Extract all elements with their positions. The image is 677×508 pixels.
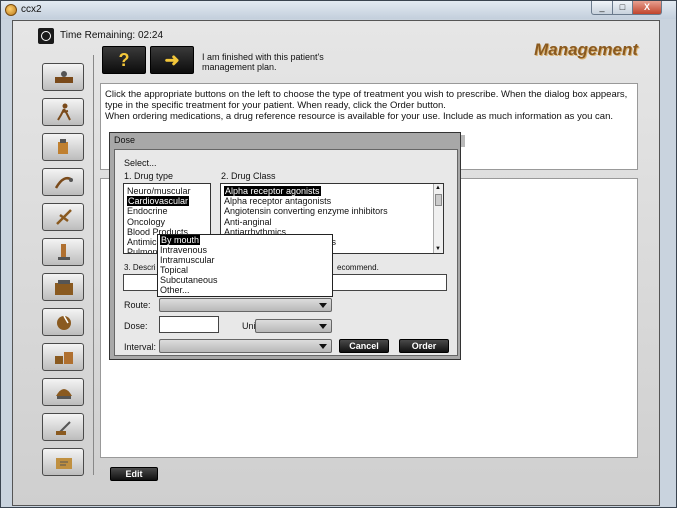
close-button[interactable]: X bbox=[632, 1, 662, 15]
dose-input[interactable] bbox=[159, 316, 219, 333]
route-dropdown-list[interactable]: By mouth Intravenous Intramuscular Topical S… bbox=[157, 234, 333, 297]
sidebar-divider bbox=[93, 55, 94, 475]
sidebar-button-imaging[interactable] bbox=[42, 273, 84, 301]
drug-type-item[interactable]: Oncology bbox=[124, 217, 210, 227]
route-label: Route: bbox=[124, 300, 151, 310]
drug-class-item[interactable]: Alpha receptor agonists bbox=[221, 186, 443, 196]
sidebar-button-surgery[interactable] bbox=[42, 203, 84, 231]
scroll-up-icon[interactable]: ▲ bbox=[435, 185, 441, 191]
drug-type-item[interactable]: Cardiovascular bbox=[124, 196, 210, 207]
chevron-down-icon bbox=[319, 303, 327, 308]
time-remaining: Time Remaining: 02:24 bbox=[60, 30, 164, 41]
dialog-title: Dose bbox=[114, 135, 136, 145]
route-option[interactable]: Intramuscular bbox=[158, 255, 332, 265]
finished-next-button[interactable]: ➜ bbox=[150, 46, 194, 74]
minimize-button[interactable]: _ bbox=[591, 1, 613, 15]
describe-label: 3. Descri bbox=[124, 263, 156, 272]
drug-class-item[interactable]: Angiotensin converting enzyme inhibitors bbox=[221, 206, 443, 216]
finished-label: I am finished with this patient's manage… bbox=[202, 52, 324, 72]
drug-class-scrollbar[interactable]: ▲ ▼ bbox=[433, 184, 443, 253]
section-title: Management bbox=[534, 40, 638, 59]
cancel-button[interactable]: Cancel bbox=[339, 339, 389, 353]
clock-icon bbox=[38, 28, 54, 44]
units-select[interactable] bbox=[255, 319, 332, 333]
window-title: ccx2 bbox=[21, 4, 42, 15]
sidebar-button-diet[interactable] bbox=[42, 308, 84, 336]
interval-label: Interval: bbox=[124, 342, 157, 352]
sidebar-button-therapy[interactable] bbox=[42, 168, 84, 196]
instructions-line-1: Click the appropriate buttons on the lef… bbox=[105, 89, 628, 111]
order-button[interactable]: Order bbox=[399, 339, 449, 353]
route-option[interactable]: Subcutaneous bbox=[158, 275, 332, 285]
instructions-line-2: When ordering medications, a drug refere… bbox=[105, 111, 613, 122]
sidebar-button-admit-patient[interactable] bbox=[42, 63, 84, 91]
route-option[interactable]: By mouth bbox=[158, 235, 332, 245]
scroll-thumb[interactable] bbox=[435, 194, 442, 206]
scroll-down-icon[interactable]: ▼ bbox=[435, 246, 441, 252]
sidebar-button-lab-test[interactable] bbox=[42, 238, 84, 266]
drug-type-item[interactable]: Neuro/muscular bbox=[124, 186, 210, 196]
route-option[interactable]: Topical bbox=[158, 265, 332, 275]
sidebar-button-procedure[interactable] bbox=[42, 413, 84, 441]
sidebar-button-education[interactable] bbox=[42, 448, 84, 476]
interval-select[interactable] bbox=[159, 339, 332, 353]
drug-class-label: 2. Drug Class bbox=[221, 171, 276, 181]
select-label: Select... bbox=[124, 158, 157, 168]
chevron-down-icon bbox=[319, 344, 327, 349]
app-icon bbox=[5, 4, 17, 16]
maximize-button[interactable]: □ bbox=[612, 1, 633, 15]
sidebar-button-physical-activity[interactable] bbox=[42, 98, 84, 126]
help-button[interactable]: ? bbox=[102, 46, 146, 74]
sidebar-button-medication[interactable] bbox=[42, 133, 84, 161]
drug-class-item[interactable]: Anti-anginal bbox=[221, 217, 443, 227]
chevron-down-icon bbox=[319, 324, 327, 329]
route-option[interactable]: Other... bbox=[158, 285, 332, 295]
sidebar-button-equipment[interactable] bbox=[42, 343, 84, 371]
recommend-label: ecommend. bbox=[337, 263, 379, 272]
title-bar: ccx2 _ □ X bbox=[1, 1, 676, 19]
sidebar-button-consult-phone[interactable] bbox=[42, 378, 84, 406]
edit-button[interactable]: Edit bbox=[110, 467, 158, 481]
drug-class-item[interactable]: Alpha receptor antagonists bbox=[221, 196, 443, 206]
drug-type-item[interactable]: Endocrine bbox=[124, 206, 210, 216]
route-select[interactable] bbox=[159, 298, 332, 312]
route-option[interactable]: Intravenous bbox=[158, 245, 332, 255]
dose-label: Dose: bbox=[124, 321, 148, 331]
drug-type-label: 1. Drug type bbox=[124, 171, 174, 181]
